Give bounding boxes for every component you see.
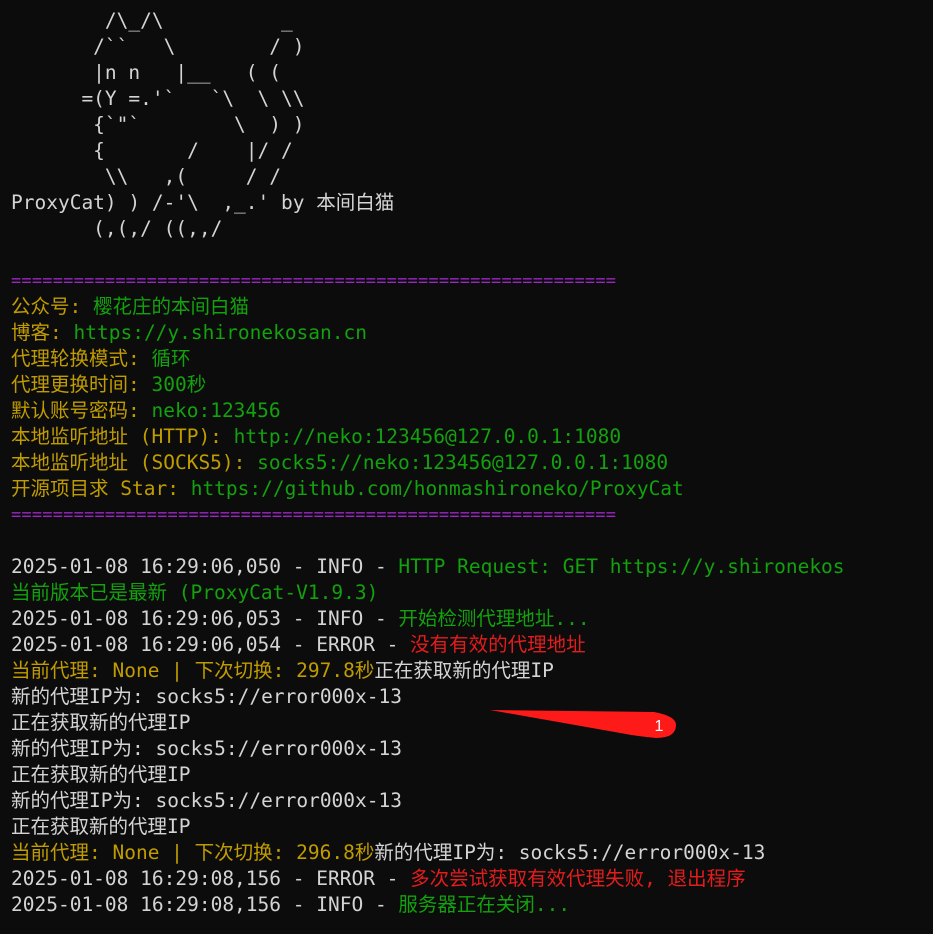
log-line-info: 2025-01-08 16:29:08,156 - INFO - 服务器正在关闭…: [11, 892, 933, 918]
log-line-version: 当前版本已是最新 (ProxyCat-V1.9.3): [11, 581, 379, 604]
log-line-info: 2025-01-08 16:29:06,053 - INFO - 开始检测代理地…: [11, 606, 933, 632]
info-star: 开源项目求 Star: https://github.com/honmashir…: [11, 476, 933, 502]
info-value: 300秒: [151, 373, 207, 396]
log-message: 正在获取新的代理IP: [374, 659, 554, 682]
separator-bottom: ========================================…: [11, 505, 617, 525]
info-public-account: 公众号: 樱花庄的本间白猫: [11, 294, 933, 320]
log-prefix: 2025-01-08 16:29:06,050 - INFO -: [11, 555, 399, 578]
log-line-fetching: 正在获取新的代理IP: [11, 815, 191, 838]
ascii-banner: /\_/\ _ /`` \ / ) |n n |__ ( ( =(Y =.'` …: [11, 8, 933, 242]
log-line-new-proxy: 新的代理IP为: socks5://error000x-13: [11, 685, 402, 708]
info-block: 公众号: 樱花庄的本间白猫 博客: https://y.shironekosan…: [11, 294, 933, 502]
info-label: 本地监听地址 (SOCKS5):: [11, 451, 246, 474]
info-label: 代理轮换模式:: [11, 347, 140, 370]
info-default-credentials: 默认账号密码: neko:123456: [11, 398, 933, 424]
log-message: 新的代理IP为: socks5://error000x-13: [374, 841, 766, 864]
log-block: 2025-01-08 16:29:06,050 - INFO - HTTP Re…: [11, 554, 933, 918]
ascii-line: =(Y =.'` `\ \ \\: [11, 87, 305, 110]
log-line-fetching: 正在获取新的代理IP: [11, 763, 191, 786]
info-value: https://github.com/honmashironeko/ProxyC…: [190, 477, 684, 500]
info-rotation-interval: 代理更换时间: 300秒: [11, 372, 933, 398]
log-error-message: 没有有效的代理地址: [410, 633, 586, 656]
ascii-line: |n n |__ ( (: [11, 61, 282, 84]
info-blog: 博客: https://y.shironekosan.cn: [11, 320, 933, 346]
info-label: 本地监听地址 (HTTP):: [11, 425, 222, 448]
info-label: 代理更换时间:: [11, 373, 140, 396]
log-message: HTTP Request: GET https://y.shironekos: [398, 555, 845, 578]
info-value: http://neko:123456@127.0.0.1:1080: [233, 425, 622, 448]
log-error-message: 多次尝试获取有效代理失败, 退出程序: [410, 867, 746, 890]
info-value: 樱花庄的本间白猫: [93, 295, 250, 318]
ascii-line: {`"` \ ) ): [11, 113, 305, 136]
info-value: socks5://neko:123456@127.0.0.1:1080: [257, 451, 669, 474]
log-line-error: 2025-01-08 16:29:06,054 - ERROR - 没有有效的代…: [11, 632, 933, 658]
info-http-listen: 本地监听地址 (HTTP): http://neko:123456@127.0.…: [11, 424, 933, 450]
log-prefix: 2025-01-08 16:29:06,054 - ERROR -: [11, 633, 411, 656]
log-line-new-proxy: 新的代理IP为: socks5://error000x-13: [11, 789, 402, 812]
log-message: 服务器正在关闭...: [398, 893, 571, 916]
ascii-line: \\ ,( / /: [11, 165, 282, 188]
ascii-line: (,(,/ ((,,/: [11, 217, 223, 240]
info-label: 开源项目求 Star:: [11, 477, 179, 500]
annotation-number: 1: [655, 718, 664, 735]
log-line-new-proxy: 新的代理IP为: socks5://error000x-13: [11, 737, 402, 760]
ascii-line: /`` \ / ): [11, 35, 305, 58]
proxy-status: 当前代理: None | 下次切换: 296.8秒: [11, 841, 375, 864]
info-label: 默认账号密码:: [11, 399, 140, 422]
annotation-pointer: [490, 710, 676, 738]
log-message: 开始检测代理地址...: [398, 607, 590, 630]
log-prefix: 2025-01-08 16:29:06,053 - INFO -: [11, 607, 399, 630]
info-value: 循环: [151, 347, 191, 370]
info-value: https://y.shironekosan.cn: [73, 321, 368, 344]
info-rotation-mode: 代理轮换模式: 循环: [11, 346, 933, 372]
log-line-fetching: 正在获取新的代理IP: [11, 711, 191, 734]
log-line-error: 2025-01-08 16:29:08,156 - ERROR - 多次尝试获取…: [11, 866, 933, 892]
log-prefix: 2025-01-08 16:29:08,156 - ERROR -: [11, 867, 411, 890]
info-label: 博客:: [11, 321, 62, 344]
log-line-status: 当前代理: None | 下次切换: 297.8秒正在获取新的代理IP: [11, 658, 933, 684]
separator-top: ========================================…: [11, 271, 617, 291]
ascii-line: /\_/\ _: [11, 9, 293, 32]
info-value: neko:123456: [151, 399, 281, 422]
ascii-line: ProxyCat) ) /-'\ ,_.' by 本间白猫: [11, 191, 395, 214]
log-line-info: 2025-01-08 16:29:06,050 - INFO - HTTP Re…: [11, 554, 933, 580]
terminal-output: /\_/\ _ /`` \ / ) |n n |__ ( ( =(Y =.'` …: [11, 8, 933, 918]
proxy-status: 当前代理: None | 下次切换: 297.8秒: [11, 659, 375, 682]
info-socks-listen: 本地监听地址 (SOCKS5): socks5://neko:123456@12…: [11, 450, 933, 476]
log-line-status: 当前代理: None | 下次切换: 296.8秒新的代理IP为: socks5…: [11, 840, 933, 866]
annotation-marker: 1: [490, 710, 676, 738]
ascii-line: { / |/ /: [11, 139, 293, 162]
log-prefix: 2025-01-08 16:29:08,156 - INFO -: [11, 893, 399, 916]
info-label: 公众号:: [11, 295, 82, 318]
